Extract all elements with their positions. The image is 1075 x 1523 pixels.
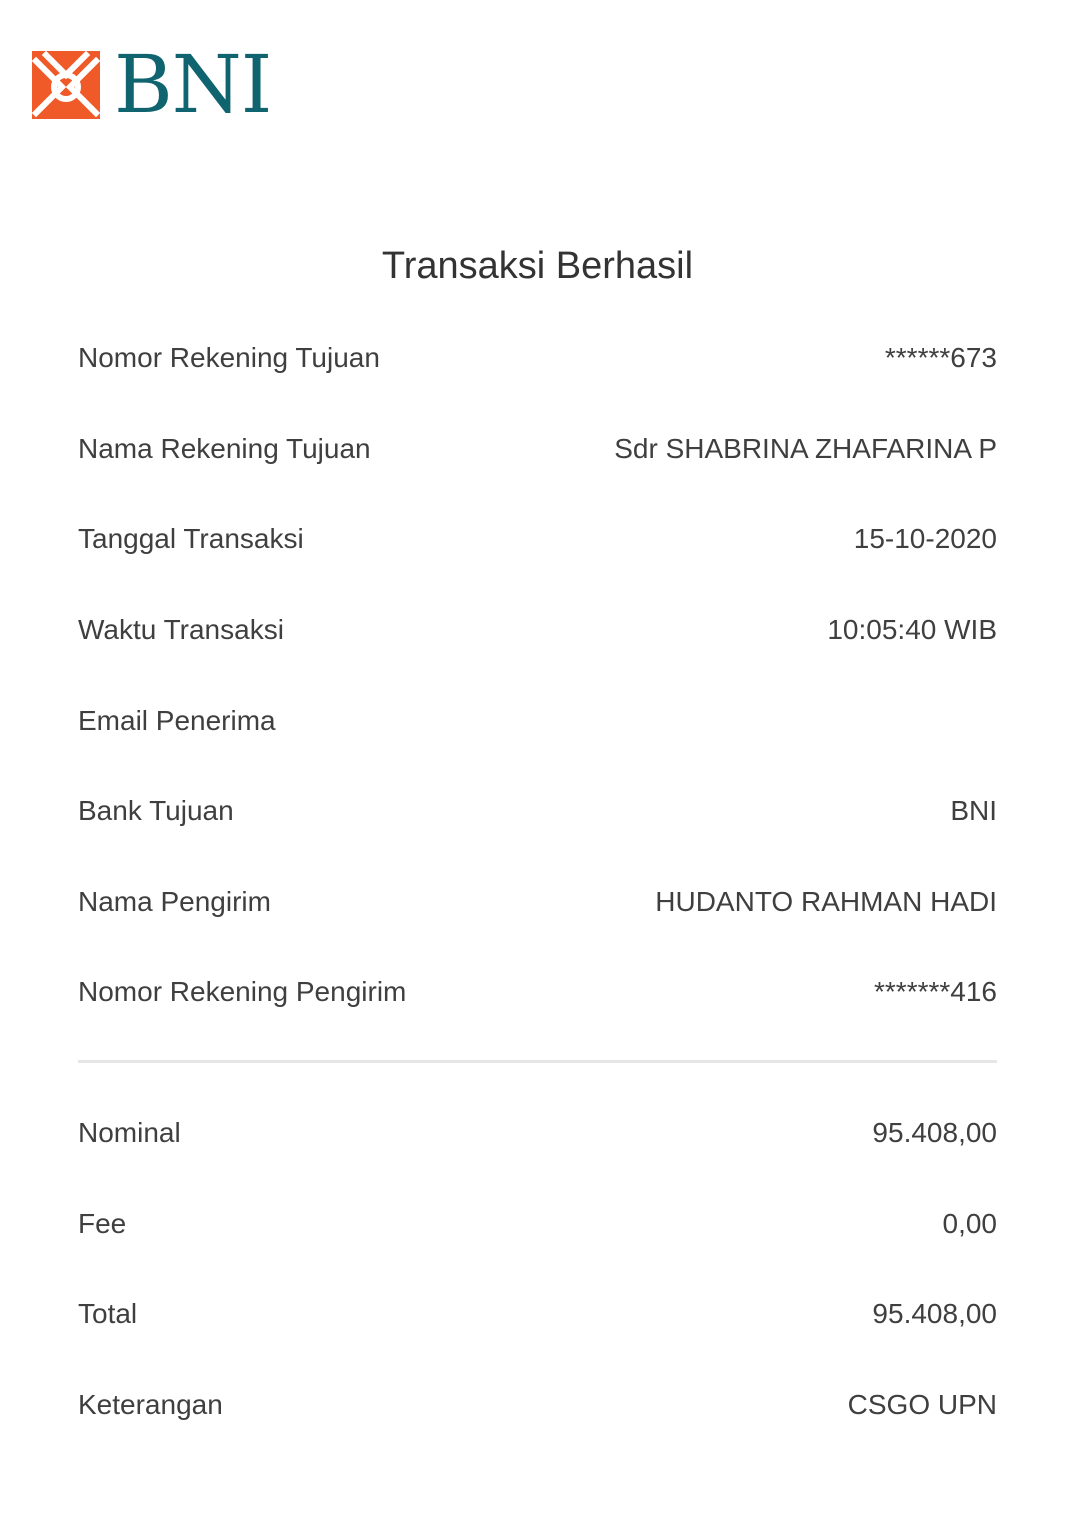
page-title: Transaksi Berhasil xyxy=(381,245,694,287)
bni-logo-text: BNI xyxy=(114,38,272,131)
detail-row-waktu-transaksi: Waktu Transaksi 10:05:40 WIB xyxy=(78,585,997,676)
bni-logo-icon xyxy=(32,51,100,119)
detail-value: Sdr SHABRINA ZHAFARINA P xyxy=(614,432,997,464)
detail-label: Nama Pengirim xyxy=(78,885,271,917)
amount-value: 95.408,00 xyxy=(872,1298,997,1330)
bni-logo: BNI xyxy=(32,38,272,131)
detail-label: Nama Rekening Tujuan xyxy=(78,432,371,464)
amount-row-keterangan: Keterangan CSGO UPN xyxy=(78,1360,997,1451)
detail-row-nama-pengirim: Nama Pengirim HUDANTO RAHMAN HADI xyxy=(78,857,997,948)
amount-row-nominal: Nominal 95.408,00 xyxy=(78,1088,997,1179)
transaction-amounts: Nominal 95.408,00 Fee 0,00 Total 95.408,… xyxy=(78,1088,997,1450)
detail-row-tanggal-transaksi: Tanggal Transaksi 15-10-2020 xyxy=(78,494,997,585)
detail-label: Tanggal Transaksi xyxy=(78,523,304,555)
detail-label: Bank Tujuan xyxy=(78,795,234,827)
detail-value: ******673 xyxy=(884,342,997,374)
detail-row-email-penerima: Email Penerima xyxy=(78,675,997,766)
detail-value: BNI xyxy=(950,795,997,827)
amount-row-fee: Fee 0,00 xyxy=(78,1179,997,1270)
section-divider xyxy=(78,1060,997,1063)
detail-value: 15-10-2020 xyxy=(853,523,997,555)
amount-value: 0,00 xyxy=(942,1207,998,1239)
amount-value: CSGO UPN xyxy=(847,1389,997,1421)
detail-row-nama-rekening-tujuan: Nama Rekening Tujuan Sdr SHABRINA ZHAFAR… xyxy=(78,404,997,495)
amount-value: 95.408,00 xyxy=(872,1117,997,1149)
detail-label: Nomor Rekening Pengirim xyxy=(78,976,407,1008)
amount-row-total: Total 95.408,00 xyxy=(78,1269,997,1360)
amount-label: Keterangan xyxy=(78,1389,223,1421)
amount-label: Nominal xyxy=(78,1117,181,1149)
detail-row-bank-tujuan: Bank Tujuan BNI xyxy=(78,766,997,857)
detail-row-nomor-rekening-tujuan: Nomor Rekening Tujuan ******673 xyxy=(78,313,997,404)
transaction-details: Nomor Rekening Tujuan ******673 Nama Rek… xyxy=(78,313,997,1038)
detail-value: 10:05:40 WIB xyxy=(827,614,997,646)
amount-label: Fee xyxy=(78,1207,127,1239)
detail-value: *******416 xyxy=(874,976,997,1008)
amount-label: Total xyxy=(78,1298,138,1330)
detail-row-nomor-rekening-pengirim: Nomor Rekening Pengirim *******416 xyxy=(78,947,997,1038)
detail-label: Waktu Transaksi xyxy=(78,614,284,646)
detail-label: Email Penerima xyxy=(78,704,276,736)
detail-value: HUDANTO RAHMAN HADI xyxy=(655,885,997,917)
detail-label: Nomor Rekening Tujuan xyxy=(78,342,380,374)
